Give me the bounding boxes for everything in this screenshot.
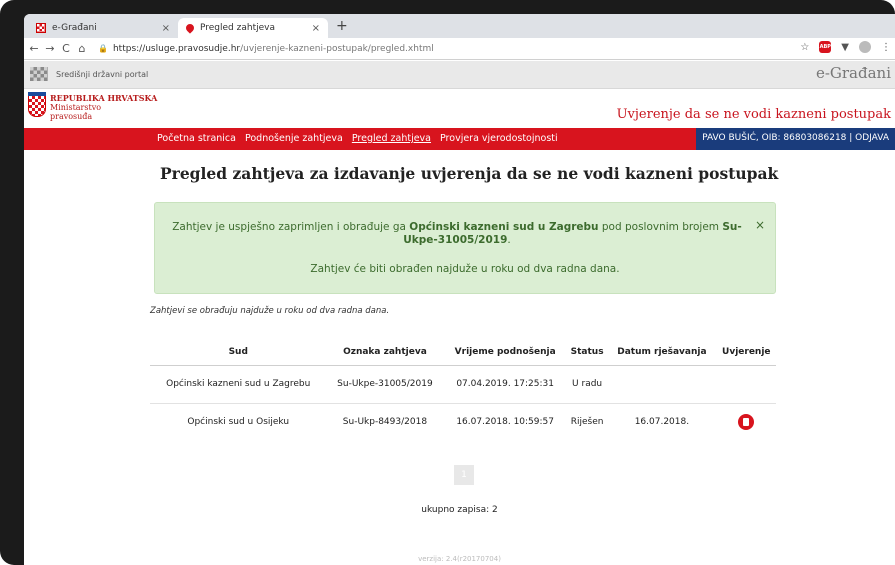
home-icon[interactable]: ⌂	[74, 42, 90, 55]
alert-prefix: Zahtjev je uspješno zaprimljen i obrađuj…	[172, 221, 410, 233]
requests-table: Sud Oznaka zahtjeva Vrijeme podnošenja S…	[150, 339, 776, 441]
tab-pregled-zahtjeva[interactable]: Pregled zahtjeva ×	[178, 18, 328, 38]
main-nav: Početna stranica Podnošenje zahtjeva Pre…	[24, 128, 895, 150]
bookmark-star-icon[interactable]: ☆	[800, 42, 809, 53]
url-path: /uvjerenje-kazneni-postupak/pregled.xhtm…	[240, 43, 434, 54]
ministry-line1: REPUBLIKA HRVATSKA	[50, 93, 158, 103]
cell-resolved-date	[607, 365, 717, 404]
tab-title: e-Građani	[52, 23, 97, 33]
alert-court: Općinski kazneni sud u Zagrebu	[409, 221, 599, 233]
forward-icon[interactable]: →	[42, 42, 58, 55]
pdf-download-icon[interactable]	[738, 414, 755, 431]
back-icon[interactable]: ←	[26, 42, 42, 55]
ministry-line3: pravosuđa	[50, 112, 93, 121]
new-tab-button[interactable]: +	[336, 18, 348, 34]
alert-suffix: .	[507, 234, 511, 246]
url-field[interactable]: 🔒 https://usluge.pravosudje.hr/uvjerenje…	[98, 44, 434, 54]
table-row: Općinski kazneni sud u Zagrebu Su-Ukpe-3…	[150, 365, 776, 404]
version-label: verzija: 2.4(r20170704)	[418, 555, 501, 563]
cell-request-number: Su-Ukp-8493/2018	[342, 417, 428, 428]
coat-of-arms-icon	[28, 95, 46, 117]
profile-avatar-icon[interactable]	[859, 41, 871, 53]
ministry-header: REPUBLIKA HRVATSKA Ministarstvo pravosuđ…	[24, 90, 895, 128]
portal-label[interactable]: Središnji državni portal	[56, 70, 148, 79]
service-title: Uvjerenje da se ne vodi kazneni postupak	[616, 107, 891, 122]
cell-resolved-date: 16.07.2018.	[634, 417, 690, 428]
nav-link-review[interactable]: Pregled zahtjeva	[352, 133, 431, 144]
coat-crown-icon	[28, 92, 46, 96]
col-header: Datum rješavanja	[607, 339, 717, 366]
table-header-row: Sud Oznaka zahtjeva Vrijeme podnošenja S…	[150, 339, 776, 366]
ministry-line2: Ministarstvo	[50, 103, 102, 112]
processing-note: Zahtjevi se obrađuju najduže u roku od d…	[150, 306, 390, 316]
col-header: Status	[566, 339, 608, 366]
portal-logo-icon[interactable]	[30, 67, 48, 81]
close-icon[interactable]: ×	[162, 23, 170, 34]
alert-message: Zahtjev je uspješno zaprimljen i obrađuj…	[169, 221, 745, 247]
page-title: Pregled zahtjeva za izdavanje uvjerenja …	[160, 164, 779, 183]
reload-icon[interactable]: C	[58, 42, 74, 55]
menu-icon[interactable]: ⋮	[881, 42, 891, 53]
user-logout-box[interactable]: PAVO BUŠIĆ, OIB: 86803086218 | ODJAVA	[696, 128, 895, 150]
ministry-name[interactable]: REPUBLIKA HRVATSKA Ministarstvo pravosuđ…	[50, 93, 158, 122]
total-records: ukupno zapisa: 2	[421, 505, 498, 515]
cell-court: Općinski sud u Osijeku	[187, 417, 290, 428]
col-header: Vrijeme podnošenja	[443, 339, 567, 366]
e-gradani-brand[interactable]: e-Građani	[816, 64, 891, 82]
lock-icon: 🔒	[98, 44, 108, 53]
col-header: Sud	[150, 339, 327, 366]
browser-window: e-Građani × Pregled zahtjeva × + ← → C ⌂…	[24, 14, 895, 565]
site-favicon-icon	[184, 22, 196, 34]
adblock-icon[interactable]: ABP	[819, 41, 832, 53]
nav-link-home[interactable]: Početna stranica	[157, 133, 236, 144]
cell-status: U radu	[566, 365, 608, 404]
cell-request-number: Su-Ukpe-31005/2019	[326, 365, 444, 404]
cell-submitted: 07.04.2019. 17:25:31	[443, 365, 567, 404]
cell-certificate	[717, 403, 776, 441]
portal-header: Središnji državni portal e-Građani	[24, 61, 895, 89]
tab-bar: e-Građani × Pregled zahtjeva × +	[24, 14, 895, 38]
nav-link-submit[interactable]: Podnošenje zahtjeva	[245, 133, 343, 144]
alert-deadline: Zahtjev će biti obrađen najduže u roku o…	[310, 263, 620, 275]
cell-court: Općinski kazneni sud u Zagrebu	[150, 365, 327, 404]
alert-middle: pod poslovnim brojem	[598, 221, 723, 233]
table-row: Općinski sud u Osijeku Su-Ukp-8493/2018 …	[150, 403, 776, 441]
address-bar: ← → C ⌂ 🔒 https://usluge.pravosudje.hr/u…	[24, 38, 895, 60]
cell-submitted: 16.07.2018. 10:59:57	[456, 417, 554, 428]
pagination-page-1[interactable]: 1	[454, 465, 474, 485]
close-icon[interactable]: ×	[312, 23, 320, 34]
col-header: Oznaka zahtjeva	[326, 339, 444, 366]
close-icon[interactable]: ×	[755, 218, 765, 232]
cell-status: Riješen	[570, 417, 604, 428]
col-header: Uvjerenje	[716, 339, 776, 366]
device-frame: e-Građani × Pregled zahtjeva × + ← → C ⌂…	[0, 0, 895, 565]
url-host: https://usluge.pravosudje.hr	[112, 43, 241, 54]
tab-title: Pregled zahtjeva	[200, 23, 275, 33]
success-alert: Zahtjev je uspješno zaprimljen i obrađuj…	[154, 202, 776, 294]
cell-certificate	[716, 365, 776, 404]
croatia-coat-icon	[36, 23, 46, 33]
tab-e-gradani[interactable]: e-Građani ×	[28, 18, 178, 38]
nav-link-verify[interactable]: Provjera vjerodostojnosti	[440, 133, 558, 144]
extension-icon[interactable]: ▼	[841, 42, 849, 53]
